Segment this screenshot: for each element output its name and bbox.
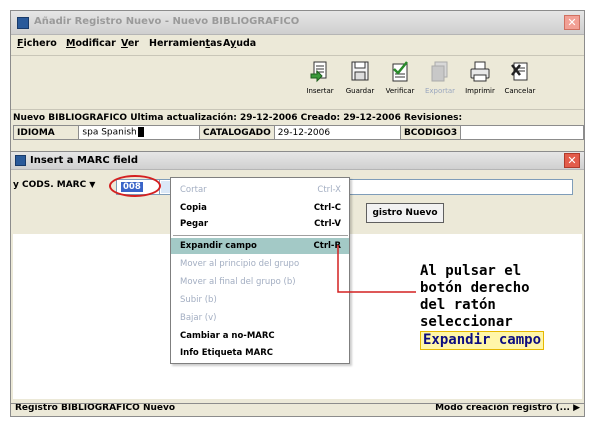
field-label-catalogado: CATALOGADO <box>198 125 275 140</box>
close-button[interactable]: ✕ <box>564 15 580 30</box>
verify-button[interactable]: Verificar <box>380 60 420 106</box>
dialog-title: Insert a MARC field <box>30 155 138 166</box>
save-icon <box>351 61 369 81</box>
menu-herramientas[interactable]: Herramientas <box>149 38 222 49</box>
print-label: Imprimir <box>465 87 495 95</box>
field-value-idioma[interactable]: spa Spanish <box>78 125 200 140</box>
export-button[interactable]: Exportar <box>420 60 460 106</box>
print-button[interactable]: Imprimir <box>460 60 500 106</box>
verify-icon <box>392 61 408 82</box>
menu-item-expand-field[interactable]: Expandir campo Ctrl-R <box>171 238 349 254</box>
field-label-idioma: IDIOMA <box>12 125 80 140</box>
menu-separator <box>173 235 348 236</box>
insert-label: Insertar <box>306 87 334 95</box>
annotation-line: botón derecho <box>420 280 530 296</box>
menu-item-change-to-non-marc[interactable]: Cambiar a no-MARC <box>171 328 349 344</box>
menu-fichero[interactable]: Fichero <box>17 38 57 49</box>
menu-item-paste[interactable]: Pegar Ctrl-V <box>171 216 349 232</box>
cancel-icon <box>511 62 528 81</box>
menu-item-move-up[interactable]: Subir (b) <box>171 292 349 308</box>
table-row: IDIOMA spa Spanish CATALOGADO 29-12-2006… <box>12 125 584 140</box>
app-icon <box>17 17 29 29</box>
text-cursor <box>137 127 144 138</box>
menu-modificar[interactable]: Modificar <box>66 38 116 49</box>
verify-label: Verificar <box>385 87 415 95</box>
print-icon <box>470 61 490 82</box>
menu-item-copy[interactable]: Copia Ctrl-C <box>171 200 349 216</box>
menu-ver[interactable]: Ver <box>121 38 139 49</box>
field-label-bcodigo3: BCODIGO3 <box>399 125 462 140</box>
menu-item-move-to-start[interactable]: Mover al principio del grupo <box>171 256 349 272</box>
cancel-label: Cancelar <box>504 87 536 95</box>
field-value-bcodigo3[interactable] <box>460 125 584 140</box>
annotation-line: Al pulsar el <box>420 263 522 279</box>
dropdown-arrow-icon: ▼ <box>89 180 96 189</box>
marc-code-select[interactable]: y CODS. MARC ▼ <box>13 180 95 190</box>
annotation-line: del ratón <box>420 297 496 313</box>
cancel-button[interactable]: Cancelar <box>500 60 540 106</box>
annotation-callout: Al pulsar el botón derecho del ratón sel… <box>420 263 545 350</box>
highlight-oval <box>109 175 161 197</box>
menu-item-cut[interactable]: Cortar Ctrl-X <box>171 182 349 198</box>
fixed-fields-table: IDIOMA spa Spanish CATALOGADO 29-12-2006… <box>12 125 584 140</box>
save-button[interactable]: Guardar <box>340 60 380 106</box>
menu-item-move-down[interactable]: Bajar (v) <box>171 310 349 326</box>
export-label: Exportar <box>424 87 456 95</box>
toolbar: Insertar Guardar Verificar Exportar Impr… <box>11 55 584 110</box>
annotation-line: seleccionar <box>420 314 513 330</box>
title-bar[interactable]: Añadir Registro Nuevo - Nuevo BIBLIOGRAF… <box>11 11 584 35</box>
record-info: Nuevo BIBLIOGRAFICO Ultima actualización… <box>13 113 463 123</box>
mode-status: Modo creación registro (... ▶ <box>435 403 580 413</box>
new-record-button[interactable]: gistro Nuevo <box>366 203 444 223</box>
save-label: Guardar <box>345 87 375 95</box>
dialog-icon <box>15 155 26 166</box>
menu-bar: Fichero Modificar Ver Herramientas Ayuda <box>11 37 584 53</box>
insert-icon <box>310 61 327 83</box>
export-icon <box>431 61 448 82</box>
triangle-right-icon: ▶ <box>573 403 580 413</box>
dialog-close-button[interactable]: ✕ <box>564 153 580 168</box>
dialog-title-bar[interactable]: Insert a MARC field ✕ <box>11 152 584 170</box>
menu-item-marc-tag-info[interactable]: Info Etiqueta MARC <box>171 345 349 361</box>
insert-button[interactable]: Insertar <box>300 60 340 106</box>
menu-item-move-to-end[interactable]: Mover al final del grupo (b) <box>171 274 349 290</box>
window-title: Añadir Registro Nuevo - Nuevo BIBLIOGRAF… <box>34 16 300 27</box>
menu-ayuda[interactable]: Ayuda <box>223 38 256 49</box>
status-text: Registro BIBLIOGRAFICO Nuevo <box>15 403 176 413</box>
annotation-highlight: Expandir campo <box>420 331 545 350</box>
context-menu: Cortar Ctrl-X Copia Ctrl-C Pegar Ctrl-V Exp… <box>170 177 350 364</box>
field-value-catalogado[interactable]: 29-12-2006 <box>273 125 401 140</box>
